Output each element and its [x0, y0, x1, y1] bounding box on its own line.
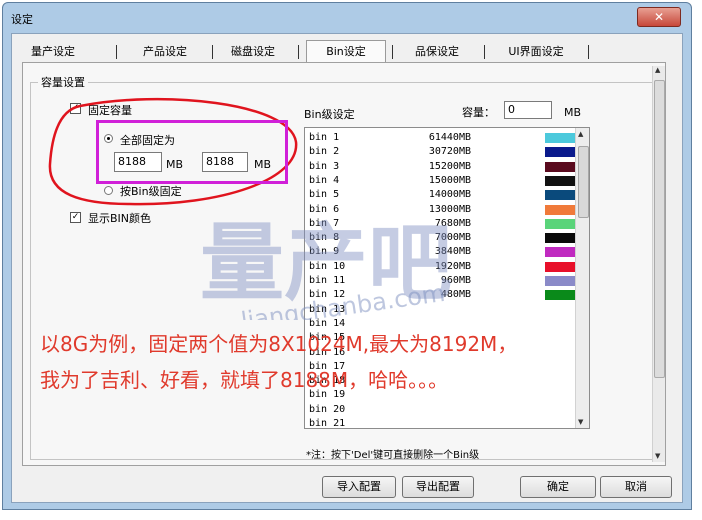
annotation-line1: 以8G为例，固定两个值为8X1024M,最大为8192M， [40, 332, 518, 356]
bin-color-swatch[interactable] [545, 147, 575, 158]
bin-capacity: 15000MB [428, 174, 471, 186]
scroll-up-icon[interactable]: ▲ [578, 130, 583, 138]
bin-color-swatch[interactable] [545, 204, 575, 215]
window-title: 设定 [11, 13, 33, 26]
bin-name: bin 3 [309, 160, 340, 172]
bin-capacity-unit: MB [564, 106, 582, 119]
tab-separator [588, 45, 589, 59]
tab-separator [116, 45, 117, 59]
panel-scroll-up-icon[interactable]: ▲ [655, 66, 660, 74]
tab-separator [484, 45, 485, 59]
delete-hint-note: *注：按下'Del'键可直接删除一个Bin级 [306, 450, 480, 461]
bin-settings-label: Bin级设定 [304, 108, 355, 121]
bin-name: bin 21 [309, 418, 346, 429]
bin-capacity: 61440MB [428, 132, 471, 143]
close-icon: ✕ [653, 10, 665, 24]
tab-separator [212, 45, 213, 59]
cancel-button[interactable]: 取消 [600, 476, 672, 498]
import-config-button[interactable]: 导入配置 [322, 476, 396, 498]
bin-color-swatch[interactable] [545, 133, 575, 143]
bin-color-swatch[interactable] [545, 276, 575, 286]
bin-name: bin 2 [309, 146, 340, 158]
bin-color-swatch[interactable] [545, 290, 575, 301]
bin-list-scrollbar[interactable]: ▲ ▼ [575, 128, 589, 428]
bin-color-swatch[interactable] [545, 261, 575, 272]
capacity-group-label: 容量设置 [38, 74, 88, 90]
bin-color-swatch[interactable] [545, 161, 575, 172]
tab-product[interactable]: 产品设定 [134, 42, 196, 62]
bin-name: bin 20 [309, 403, 346, 415]
watermark-logo: 量产吧 liangchanba.com [200, 214, 452, 320]
tab-separator [392, 45, 393, 59]
capacity-label: 容量： [462, 106, 495, 119]
tab-bin[interactable]: Bin设定 [306, 40, 386, 62]
panel-scroll-thumb[interactable] [654, 80, 665, 378]
panel-scrollbar[interactable]: ▲ ▼ [652, 66, 665, 462]
bin-name: bin 4 [309, 174, 340, 186]
tab-disk[interactable]: 磁盘设定 [222, 42, 284, 62]
scroll-thumb[interactable] [578, 146, 589, 218]
title-bar[interactable]: 设定 ✕ [3, 3, 691, 33]
bin-capacity: 30720MB [428, 146, 471, 158]
bin-color-swatch[interactable] [545, 175, 575, 186]
bin-color-swatch[interactable] [545, 233, 575, 244]
ok-button[interactable]: 确定 [520, 476, 596, 498]
tab-ui[interactable]: UI界面设定 [498, 42, 574, 62]
panel-scroll-down-icon[interactable]: ▼ [655, 452, 660, 460]
bin-color-swatch[interactable] [545, 247, 575, 258]
tab-mass-production[interactable]: 量产设定 [22, 42, 84, 62]
bin-capacity: 14000MB [428, 189, 471, 201]
bin-name: bin 5 [309, 189, 340, 201]
tab-quality[interactable]: 品保设定 [406, 42, 468, 62]
tab-bar: 量产设定 产品设定 磁盘设定 Bin设定 品保设定 UI界面设定 [16, 40, 602, 62]
bin-capacity: 15200MB [428, 160, 471, 172]
annotation-line2: 我为了吉利、好看，就填了8188M，哈哈。。。 [40, 368, 449, 392]
bin-color-swatch[interactable] [545, 190, 575, 201]
scroll-down-icon[interactable]: ▼ [578, 418, 583, 426]
annotation-highlight-box [96, 120, 288, 184]
bin-capacity-input[interactable]: 0 [504, 101, 552, 119]
tab-separator [298, 45, 299, 59]
close-button[interactable]: ✕ [637, 7, 681, 27]
export-config-button[interactable]: 导出配置 [402, 476, 474, 498]
bin-color-swatch[interactable] [545, 218, 575, 229]
bin-name: bin 1 [309, 132, 340, 143]
